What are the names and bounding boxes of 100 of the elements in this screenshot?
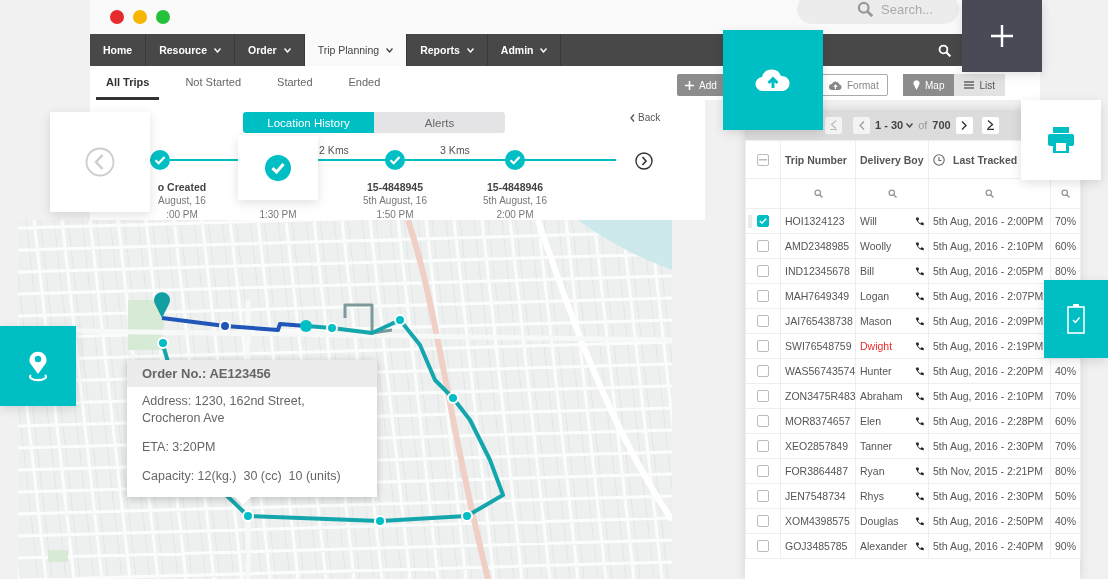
order-detail: Address: 1230, 162nd Street, Crocheron Ave xyxy=(142,393,306,427)
window-control-icon[interactable] xyxy=(156,10,170,24)
table-cell: 5th Aug, 2016 - 2:28PM xyxy=(928,408,1051,434)
page-of-label: of xyxy=(918,119,928,131)
next-page-button[interactable] xyxy=(955,116,973,134)
row-checkbox[interactable] xyxy=(757,390,769,402)
row-checkbox[interactable] xyxy=(757,440,769,452)
table-cell: 60% xyxy=(1050,233,1081,259)
table-cell: GOJ3485785 xyxy=(780,533,856,559)
table-cell: ZON3475R483 xyxy=(780,383,856,409)
phone-icon xyxy=(915,341,924,351)
filter-search-icon[interactable] xyxy=(985,189,994,198)
table-cell: MAH7649349 xyxy=(780,283,856,309)
column-header[interactable]: Trip Number xyxy=(780,140,856,179)
table-cell: 5th Aug, 2016 - 2:10PM xyxy=(928,233,1051,259)
check-circle-icon xyxy=(265,155,291,181)
order-detail: Capacity: 12(kg.) 30 (cc) 10 (units) xyxy=(142,468,342,485)
row-checkbox[interactable] xyxy=(757,340,769,352)
table-cell: IND12345678 xyxy=(780,258,856,284)
window-control-icon[interactable] xyxy=(110,10,124,24)
list-icon xyxy=(964,81,975,89)
filter-search-icon[interactable] xyxy=(813,189,823,198)
table-cell: Mason xyxy=(860,315,892,327)
printer-icon xyxy=(1048,127,1074,153)
chevron-left-circle-icon xyxy=(85,147,115,177)
previous-page-button[interactable] xyxy=(853,116,870,134)
row-checkbox[interactable] xyxy=(757,365,769,377)
stop-date: August, 16 xyxy=(158,194,206,208)
table-cell: WAS56743574 xyxy=(780,358,856,384)
filter-search-icon[interactable] xyxy=(887,189,897,198)
stop-title: o Created xyxy=(157,180,207,194)
check-tile[interactable] xyxy=(238,136,318,200)
nav-tab[interactable]: Trip Planning xyxy=(304,34,408,66)
pin-icon xyxy=(913,80,920,90)
select-all-checkbox[interactable] xyxy=(757,153,769,166)
order-number: Order No.: AE123456 xyxy=(127,360,377,387)
stop-time: 1:50 PM xyxy=(376,207,414,221)
battery-icon xyxy=(1067,304,1085,334)
table-cell: Hunter xyxy=(860,365,892,377)
first-page-icon xyxy=(830,120,837,130)
first-page-button[interactable] xyxy=(825,116,842,134)
table-cell: Dwight xyxy=(860,340,893,352)
panel-tab[interactable]: Alerts xyxy=(374,112,505,133)
location-tile[interactable] xyxy=(0,326,76,406)
distance-label: 2 Kms xyxy=(319,144,349,156)
upload-tile[interactable] xyxy=(723,30,823,130)
next-button[interactable] xyxy=(635,152,653,170)
page-range[interactable]: 1 - 30 xyxy=(875,119,914,131)
clock-icon xyxy=(933,153,945,166)
last-page-button[interactable] xyxy=(981,116,999,134)
table-cell: 5th Aug, 2016 - 2:40PM xyxy=(928,533,1051,559)
row-checkbox[interactable] xyxy=(757,415,769,427)
plus-icon xyxy=(991,25,1013,47)
row-checkbox[interactable] xyxy=(757,515,769,527)
row-checkbox[interactable] xyxy=(757,240,769,252)
table-cell: 5th Aug, 2016 - 2:30PM xyxy=(928,483,1051,509)
phone-icon xyxy=(915,291,924,301)
add-tile[interactable] xyxy=(962,0,1042,72)
row-checkbox[interactable] xyxy=(757,315,769,327)
phone-icon xyxy=(915,416,924,426)
back-link[interactable]: Back xyxy=(630,112,661,123)
table-cell: 5th Nov, 2015 - 2:21PM xyxy=(928,458,1051,484)
phone-icon xyxy=(915,316,924,326)
row-checkbox[interactable] xyxy=(757,265,769,277)
table-cell: Bill xyxy=(860,265,874,277)
phone-icon xyxy=(915,216,924,226)
table-cell: Tanner xyxy=(860,440,893,452)
search-icon xyxy=(857,1,873,17)
filter-tab[interactable]: Started xyxy=(267,66,323,100)
stop-title: 15-4848946 xyxy=(486,180,544,194)
table-cell: Elen xyxy=(860,415,881,427)
row-checkbox[interactable] xyxy=(757,290,769,302)
table-cell: Abraham xyxy=(860,390,903,402)
row-checkbox[interactable] xyxy=(757,540,769,552)
filter-search-icon[interactable] xyxy=(1061,189,1070,198)
search-input[interactable]: Search... xyxy=(881,1,949,17)
battery-tile[interactable] xyxy=(1044,280,1108,358)
table-cell: AMD2348985 xyxy=(780,233,856,259)
table-cell: 80% xyxy=(1050,458,1081,484)
row-checkbox[interactable] xyxy=(757,465,769,477)
format-button[interactable]: Format xyxy=(820,74,888,96)
check-icon xyxy=(759,218,767,224)
back-tile[interactable] xyxy=(50,112,150,212)
table-cell: 5th Aug, 2016 - 2:30PM xyxy=(928,433,1051,459)
row-checkbox[interactable] xyxy=(757,215,769,227)
table-cell: 5th Aug, 2016 - 2:10PM xyxy=(928,383,1051,409)
table-cell: Woolly xyxy=(860,240,892,252)
column-header[interactable]: Last Tracked xyxy=(953,153,1018,166)
search-field[interactable]: Search... xyxy=(797,0,959,24)
view-toggle-button[interactable]: List xyxy=(954,74,1005,96)
order-detail: ETA: 3:20PM xyxy=(142,439,217,456)
column-header[interactable]: Delivery Boy xyxy=(855,140,929,179)
table-cell: MOR8374657 xyxy=(780,408,856,434)
filter-tab[interactable]: Ended xyxy=(338,66,391,100)
filter-tab[interactable]: Not Started xyxy=(175,66,252,100)
distance-label: 3 Kms xyxy=(440,144,470,156)
row-checkbox[interactable] xyxy=(757,490,769,502)
print-tile[interactable] xyxy=(1021,100,1101,180)
minus-icon xyxy=(759,158,767,161)
plus-icon xyxy=(685,80,694,90)
